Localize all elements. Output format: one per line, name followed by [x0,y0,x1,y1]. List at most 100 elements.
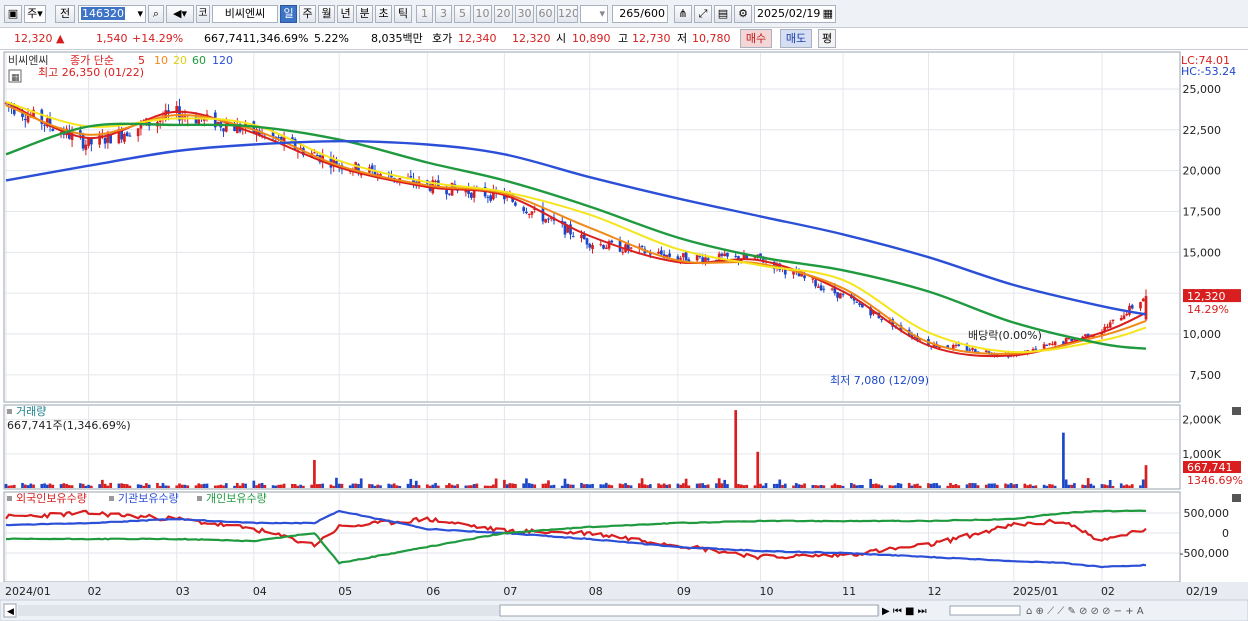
candle-body [183,116,187,118]
volume-bar [745,484,749,488]
volume-bar [40,483,44,488]
volume-bar [778,479,782,488]
volume-bar [984,484,988,488]
candle-body [1045,344,1049,346]
volume-bar [332,485,336,488]
drawing-tools-icon[interactable]: ⌂ ⊕ ⟋ ⟋ ✎ ⊘ ⊘ ⊘ − + A [1026,606,1144,617]
volume-bar [772,483,776,488]
volume-bar [918,485,922,488]
volume-bar [742,485,746,488]
volume-bar [178,483,181,488]
volume-bar [255,485,258,488]
candle-body [547,218,550,220]
volume-bar [530,483,534,488]
volume-bar [951,484,955,488]
candle-body [855,301,859,303]
volume-bar [830,485,834,488]
volume-bar [704,485,707,488]
volume-bar [310,484,313,488]
volume-bar [425,484,429,488]
volume-bar [128,485,132,488]
volume-bar [65,483,68,488]
volume-last-tag: 667,741 [1187,461,1233,474]
volume-bar [145,483,148,488]
price-tick-label: 10,000 [1183,328,1222,341]
candle-body [1130,305,1134,309]
legend-icon-individual [197,496,202,501]
volume-bar [139,484,143,488]
volume-bar [932,483,936,488]
volume-bar [81,483,85,488]
volume-bar [406,483,410,488]
volume-bar [84,485,88,488]
volume-bar [293,484,297,488]
candle-body [1122,315,1126,320]
volume-bar [257,483,261,488]
volume-bar [968,483,972,488]
volume-bar [164,485,168,488]
candle-body [734,255,738,257]
volume-bar [938,485,941,488]
candle-body [571,236,575,238]
legend-individual: 개인보유수량 [206,492,267,505]
volume-bar [643,484,647,488]
volume-bar [511,483,515,488]
ma-10-label: 10 [154,54,168,67]
x-tick-label: 03 [176,585,190,598]
volume-bar [296,485,300,488]
volume-bar [833,483,837,488]
volume-bar [822,485,826,488]
candle-body [222,128,225,132]
volume-bar [302,485,305,488]
scroll-thumb[interactable] [499,604,879,617]
volume-bar [4,483,8,488]
candle-body [409,175,413,178]
volume-bar [45,484,49,488]
holdings-panel-close-icon[interactable] [1232,494,1241,502]
candle-body [582,234,586,240]
volume-bar [566,483,570,488]
candle-body [621,251,625,253]
volume-bar [753,485,757,488]
volume-bar [447,483,451,488]
volume-bar [1106,485,1109,488]
candle-body [695,255,699,261]
volume-bar [90,485,93,488]
volume-bar [158,485,162,488]
volume-bar [351,483,355,488]
scroll-controls-icon[interactable]: ▶ ⏮ ■ ⏭ [882,606,927,617]
volume-bar [599,484,603,488]
volume-bar [224,483,228,488]
volume-bar [125,484,129,488]
candle-body [514,202,517,206]
volume-bar [676,483,680,488]
volume-bar [387,483,391,488]
volume-bar [629,485,633,488]
volume-bar [949,483,952,488]
volume-bar [888,485,892,488]
volume-bar [464,485,468,488]
zoom-slider[interactable] [949,605,1021,616]
volume-bar [21,483,24,488]
volume-bar [841,485,845,488]
volume-bar [734,410,738,488]
volume-bar [238,485,242,488]
candle-body [1111,319,1115,322]
volume-bar [580,482,583,488]
volume-bar [993,483,996,488]
candle-body [1084,334,1087,337]
candle-body [1070,338,1073,342]
volume-panel-close-icon[interactable] [1232,407,1241,415]
legend-institution: 기관보유수량 [118,492,179,505]
volume-bar [136,484,140,488]
volume-bar [32,484,35,488]
candle-body [51,128,55,131]
volume-bar [205,483,209,488]
volume-bar [701,483,705,488]
candle-body [968,349,972,351]
volume-bar [1139,485,1142,488]
volume-bar [117,483,121,488]
volume-bar [995,484,999,488]
volume-bar [695,483,699,488]
volume-bar [775,483,779,488]
